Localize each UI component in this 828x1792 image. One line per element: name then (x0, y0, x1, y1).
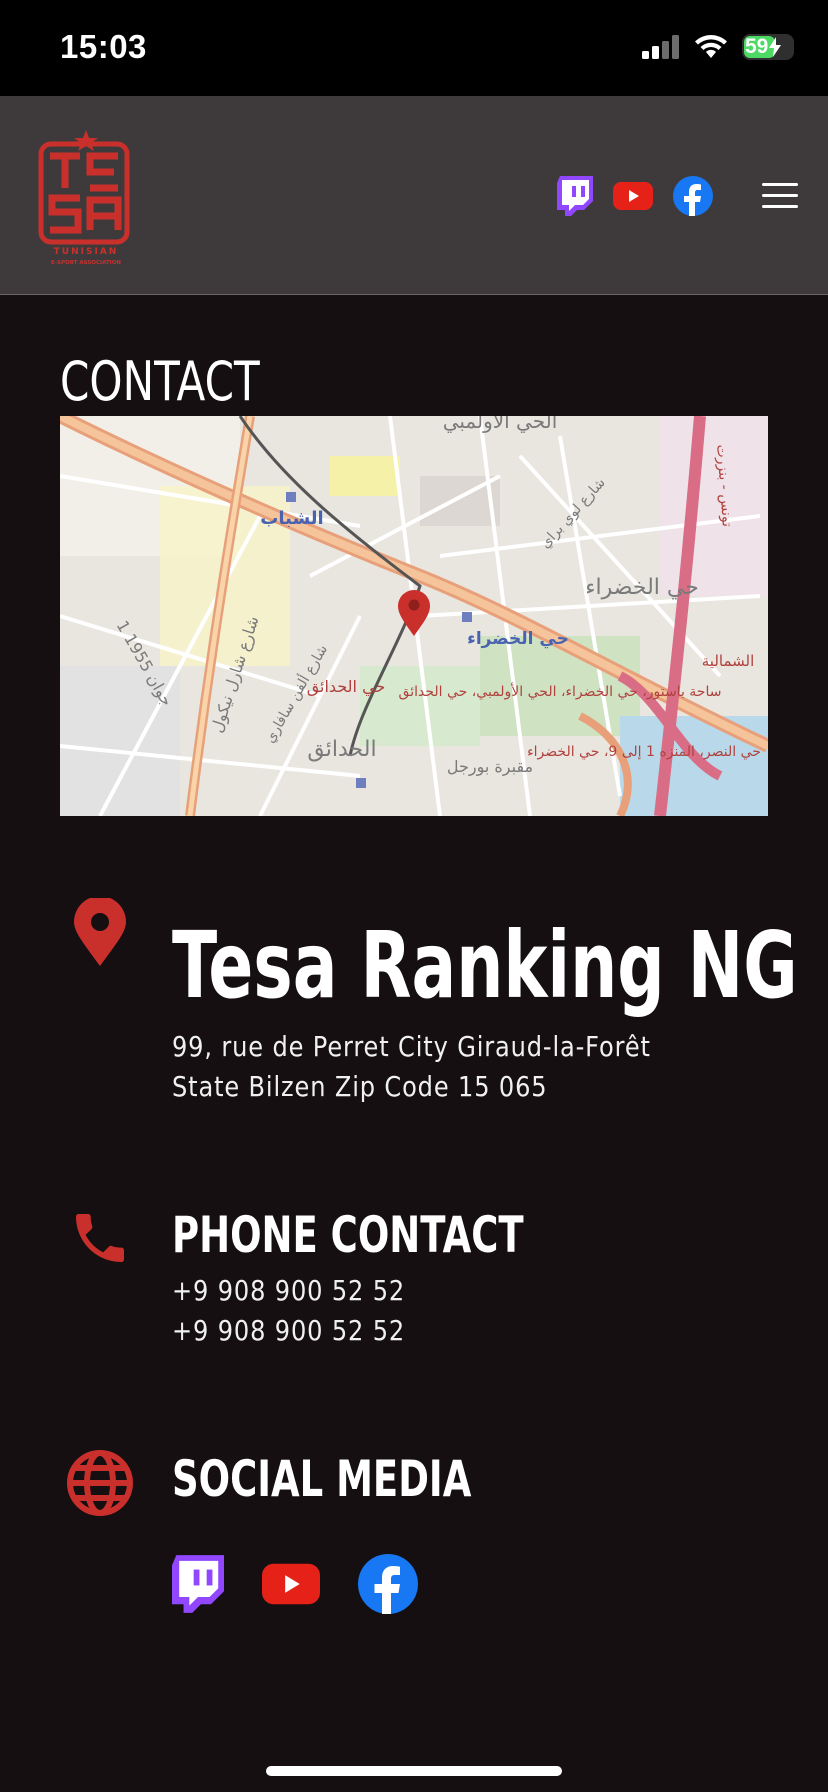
home-indicator[interactable] (266, 1766, 562, 1776)
phone-number-2[interactable]: +9 908 900 52 52 (172, 1314, 405, 1347)
map-label: مقبرة بورجل (447, 757, 533, 777)
location-pin-icon (74, 898, 126, 966)
logo-line-2: E-SPORT ASSOCIATION (51, 260, 121, 266)
facebook-link[interactable] (358, 1554, 418, 1619)
status-icons: 59 (642, 34, 794, 60)
facebook-icon (358, 1554, 418, 1614)
page-title: CONTACT (60, 350, 260, 413)
map-label: الشمالية (702, 652, 755, 670)
map-label: حي الخضراء (467, 629, 569, 649)
tesa-logo[interactable]: TUNISIAN E-SPORT ASSOCIATION (38, 130, 134, 266)
map-tiles: الحي الأولمبي الشباب حي الخضراء حي الخضر… (60, 416, 768, 816)
status-bar: 15:03 59 (0, 0, 828, 96)
social-media-links (172, 1554, 418, 1619)
header-social-links (557, 176, 713, 221)
header-facebook-link[interactable] (673, 176, 713, 221)
map-label: ساحة باستور، حي الخضراء، الحي الأولمبي، … (399, 682, 722, 700)
globe-icon (67, 1450, 133, 1516)
youtube-icon (262, 1563, 320, 1605)
cellular-signal-icon (642, 35, 679, 59)
charging-bolt-icon (769, 37, 782, 57)
twitch-icon (172, 1555, 224, 1613)
header-youtube-link[interactable] (613, 182, 653, 215)
facebook-icon (673, 176, 713, 216)
map-label: حي النصر، المنزه 1 إلى 9، حي الخضراء (527, 744, 761, 760)
header-twitch-link[interactable] (557, 176, 593, 221)
phone-icon (76, 1214, 124, 1262)
address-line-1: 99, rue de Perret City Giraud-la-Forêt (172, 1030, 651, 1063)
address-line-2: State Bilzen Zip Code 15 065 (172, 1070, 548, 1103)
twitch-link[interactable] (172, 1555, 224, 1618)
map-label: حي الخضراء (585, 575, 699, 600)
map-label: الحي الأولمبي (443, 416, 558, 434)
hamburger-icon[interactable] (762, 183, 798, 209)
address-name: Tesa Ranking NG (172, 912, 798, 1019)
phone-number-1[interactable]: +9 908 900 52 52 (172, 1274, 405, 1307)
map-label: حي الحدائق (307, 677, 386, 697)
map-view[interactable]: الحي الأولمبي الشباب حي الخضراء حي الخضر… (60, 416, 768, 816)
map-label: الحدائق (307, 737, 376, 762)
battery-level: 59 (745, 35, 769, 58)
status-time: 15:03 (60, 28, 147, 65)
logo-line-1: TUNISIAN (54, 247, 119, 257)
youtube-icon (613, 182, 653, 210)
battery-indicator: 59 (742, 34, 794, 60)
wifi-icon (695, 35, 727, 58)
youtube-link[interactable] (262, 1563, 320, 1610)
phone-heading: PHONE CONTACT (172, 1206, 524, 1264)
twitch-icon (557, 176, 593, 216)
social-heading: SOCIAL MEDIA (172, 1450, 472, 1508)
map-label: الشباب (260, 508, 323, 529)
